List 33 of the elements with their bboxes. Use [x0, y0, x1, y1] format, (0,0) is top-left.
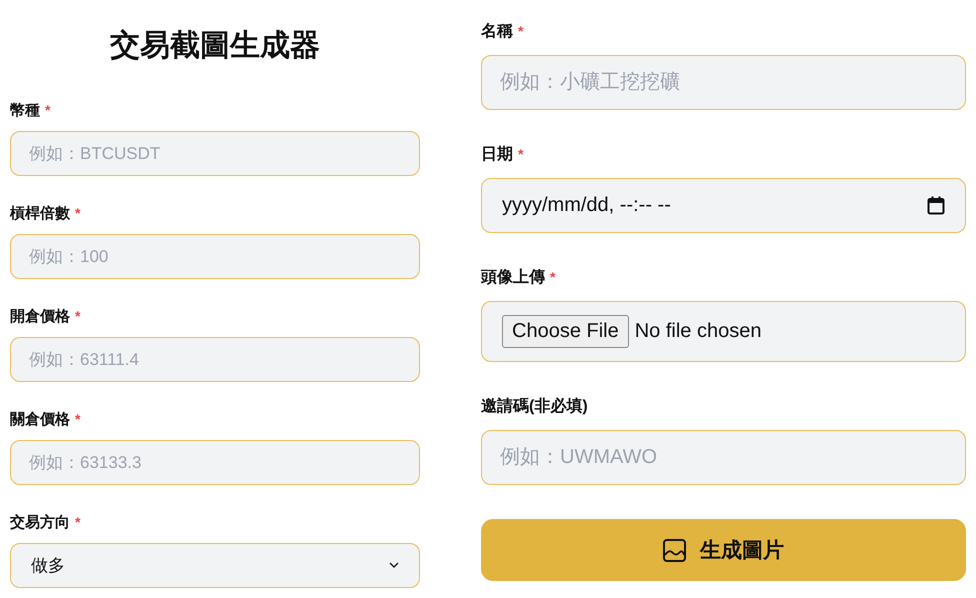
required-mark: *: [75, 514, 80, 530]
field-label: 幣種: [10, 100, 40, 120]
generate-button[interactable]: 生成圖片: [481, 519, 966, 581]
calendar-icon[interactable]: [927, 196, 945, 215]
field-label: 開倉價格: [10, 306, 70, 326]
date-input[interactable]: yyyy/mm/dd, --:-- --: [481, 178, 966, 233]
text-input[interactable]: 例如：100: [10, 234, 420, 279]
field-label: 關倉價格: [10, 410, 70, 428]
field-label: 頭像上傳: [481, 268, 545, 288]
required-mark: *: [550, 269, 556, 285]
direction-select[interactable]: 做多: [10, 543, 420, 588]
file-status: No file chosen: [634, 320, 762, 343]
required-mark: *: [518, 146, 524, 162]
field-label: 邀請碼(非必填): [481, 396, 588, 416]
file-input[interactable]: Choose File No file chosen: [481, 301, 966, 362]
field-label: 交易方向: [10, 512, 70, 532]
field-label: 名稱: [481, 22, 513, 42]
chevron-down-icon: [389, 562, 399, 569]
text-input[interactable]: 例如：BTCUSDT: [10, 131, 420, 176]
required-mark: *: [518, 23, 524, 39]
text-input[interactable]: 例如：63133.3: [10, 440, 420, 485]
required-mark: *: [75, 411, 80, 427]
text-input[interactable]: 例如：63111.4: [10, 337, 420, 382]
text-input[interactable]: 例如：UWMAWO: [481, 430, 966, 485]
page-title: 交易截圖生成器: [109, 28, 321, 64]
choose-file-button[interactable]: Choose File: [502, 315, 629, 348]
text-input[interactable]: 例如：小礦工挖挖礦: [481, 55, 966, 110]
field-label: 槓桿倍數: [10, 204, 70, 222]
required-mark: *: [75, 308, 80, 324]
field-label: 日期: [481, 144, 513, 164]
required-mark: *: [45, 102, 50, 118]
image-icon: [663, 538, 686, 562]
required-mark: *: [75, 205, 80, 221]
